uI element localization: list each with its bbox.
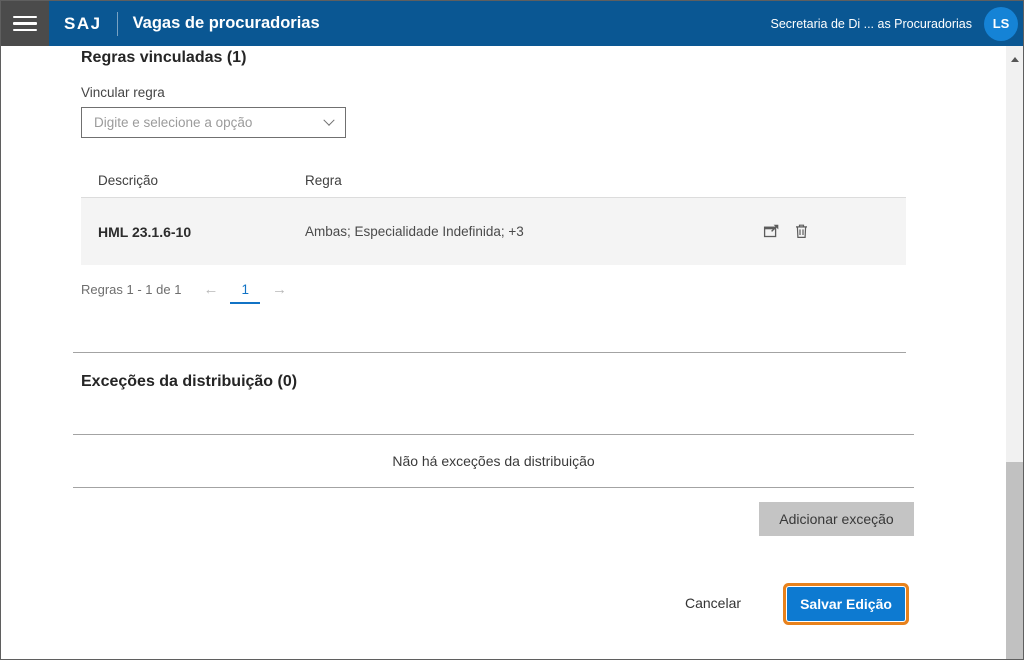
rule-detail-cell: Ambas; Especialidade Indefinida; +3 xyxy=(305,224,524,239)
open-rule-button[interactable] xyxy=(763,223,780,240)
row-actions xyxy=(763,223,906,240)
scroll-up-button[interactable] xyxy=(1006,53,1023,65)
app-header: SAJ Vagas de procuradorias Secretaria de… xyxy=(1,1,1023,46)
pagination: Regras 1 - 1 de 1 ← 1 → xyxy=(81,282,287,304)
delete-rule-button[interactable] xyxy=(793,223,810,240)
rules-section-title: Regras vinculadas (1) xyxy=(81,49,247,66)
scrollbar-thumb[interactable] xyxy=(1006,462,1023,659)
previous-page-icon[interactable]: ← xyxy=(203,282,218,297)
trash-icon xyxy=(796,224,807,238)
rules-table: Descrição Regra HML 23.1.6-10 Ambas; Esp… xyxy=(81,163,906,265)
vertical-scrollbar[interactable] xyxy=(1006,46,1023,659)
chevron-down-icon xyxy=(323,114,335,126)
cancel-button[interactable]: Cancelar xyxy=(673,589,753,617)
section-divider xyxy=(73,352,906,353)
empty-state-divider-bottom xyxy=(73,487,914,488)
empty-state-divider-top xyxy=(73,434,914,435)
hamburger-menu-button[interactable] xyxy=(1,1,49,46)
pagination-summary: Regras 1 - 1 de 1 xyxy=(81,282,182,297)
header-divider xyxy=(116,11,118,36)
app-window: SAJ Vagas de procuradorias Secretaria de… xyxy=(0,0,1024,660)
select-placeholder: Digite e selecione a opção xyxy=(94,115,253,130)
user-context-label: Secretaria de Di ... as Procuradorias xyxy=(770,16,972,31)
link-rule-select[interactable]: Digite e selecione a opção xyxy=(81,107,346,138)
open-in-window-icon xyxy=(763,224,779,238)
exceptions-section-title: Exceções da distribuição (0) xyxy=(81,373,298,390)
column-header-descricao: Descrição xyxy=(98,172,159,188)
add-exception-button[interactable]: Adicionar exceção xyxy=(759,502,914,536)
empty-state-message: Não há exceções da distribuição xyxy=(392,453,595,469)
brand-logo: SAJ xyxy=(64,13,102,33)
scroll-up-icon xyxy=(1010,56,1019,62)
user-avatar[interactable]: LS xyxy=(984,6,1018,41)
next-page-icon[interactable]: → xyxy=(272,282,287,297)
page-number-button[interactable]: 1 xyxy=(230,283,260,304)
page-title: Vagas de procuradorias xyxy=(132,14,320,32)
save-edit-button[interactable]: Salvar Edição xyxy=(787,587,905,621)
table-row: HML 23.1.6-10 Ambas; Especialidade Indef… xyxy=(81,198,906,265)
rule-description-cell: HML 23.1.6-10 xyxy=(98,223,192,240)
table-header-row: Descrição Regra xyxy=(81,163,906,198)
hamburger-icon xyxy=(13,12,37,36)
column-header-regra: Regra xyxy=(305,172,342,188)
link-rule-label: Vincular regra xyxy=(81,85,165,100)
